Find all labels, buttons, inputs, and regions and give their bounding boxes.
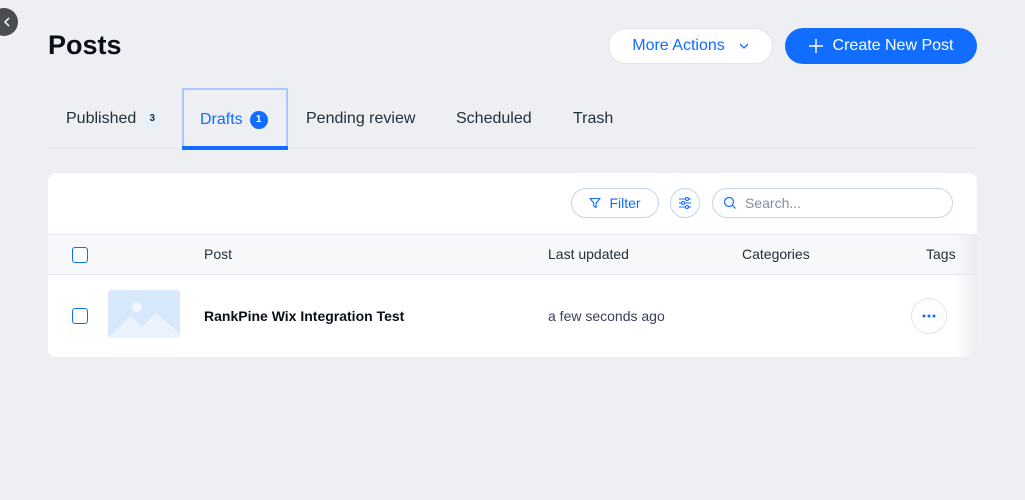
search-input[interactable] — [745, 195, 935, 211]
post-title[interactable]: RankPine Wix Integration Test — [204, 308, 404, 324]
plus-icon — [808, 39, 823, 53]
table-row[interactable]: RankPine Wix Integration Test a few seco… — [48, 275, 977, 357]
create-new-post-button[interactable]: Create New Post — [785, 28, 977, 64]
post-status-tabs: Published 3 Drafts 1 Pending review Sche… — [48, 88, 977, 150]
count-badge: 3 — [143, 109, 162, 128]
search-field[interactable] — [712, 188, 953, 218]
posts-table-card: Filter Post Last updated Categories Tags — [48, 173, 977, 357]
tab-label: Published — [66, 109, 137, 127]
column-header-post[interactable]: Post — [204, 246, 232, 262]
tab-drafts[interactable]: Drafts 1 — [182, 88, 288, 150]
tab-scheduled[interactable]: Scheduled — [456, 88, 532, 149]
column-header-last-updated[interactable]: Last updated — [548, 246, 629, 262]
tab-pending-review[interactable]: Pending review — [306, 88, 415, 149]
image-placeholder-icon — [108, 302, 180, 338]
chevron-left-icon — [3, 17, 10, 27]
create-new-post-label: Create New Post — [832, 37, 954, 54]
tab-label: Drafts — [200, 110, 243, 128]
tab-label: Trash — [573, 109, 614, 127]
search-icon — [723, 196, 736, 209]
last-updated-value: a few seconds ago — [548, 308, 665, 324]
sliders-icon — [679, 197, 691, 209]
select-all-checkbox[interactable] — [72, 247, 88, 263]
page-title: Posts — [48, 30, 122, 60]
table-header: Post Last updated Categories Tags — [48, 234, 977, 275]
ellipsis-icon — [922, 314, 936, 318]
scroll-shadow — [955, 234, 977, 357]
row-more-actions-button[interactable] — [911, 298, 947, 334]
post-thumbnail — [108, 290, 180, 338]
filter-button[interactable]: Filter — [571, 188, 659, 218]
tab-trash[interactable]: Trash — [573, 88, 613, 149]
filter-label: Filter — [609, 195, 641, 211]
row-checkbox[interactable] — [72, 308, 88, 324]
table-settings-button[interactable] — [670, 188, 700, 218]
column-header-tags[interactable]: Tags — [926, 246, 956, 262]
column-header-categories[interactable]: Categories — [742, 246, 810, 262]
more-actions-button[interactable]: More Actions — [608, 28, 773, 64]
table-toolbar: Filter — [48, 173, 977, 234]
more-actions-label: More Actions — [632, 37, 725, 54]
count-badge: 1 — [249, 110, 268, 129]
filter-icon — [589, 197, 601, 209]
tab-label: Pending review — [306, 109, 416, 127]
sidebar-collapse-button[interactable] — [0, 8, 18, 36]
chevron-down-icon — [739, 43, 749, 49]
tab-label: Scheduled — [456, 109, 532, 127]
tab-published[interactable]: Published 3 — [66, 88, 162, 149]
